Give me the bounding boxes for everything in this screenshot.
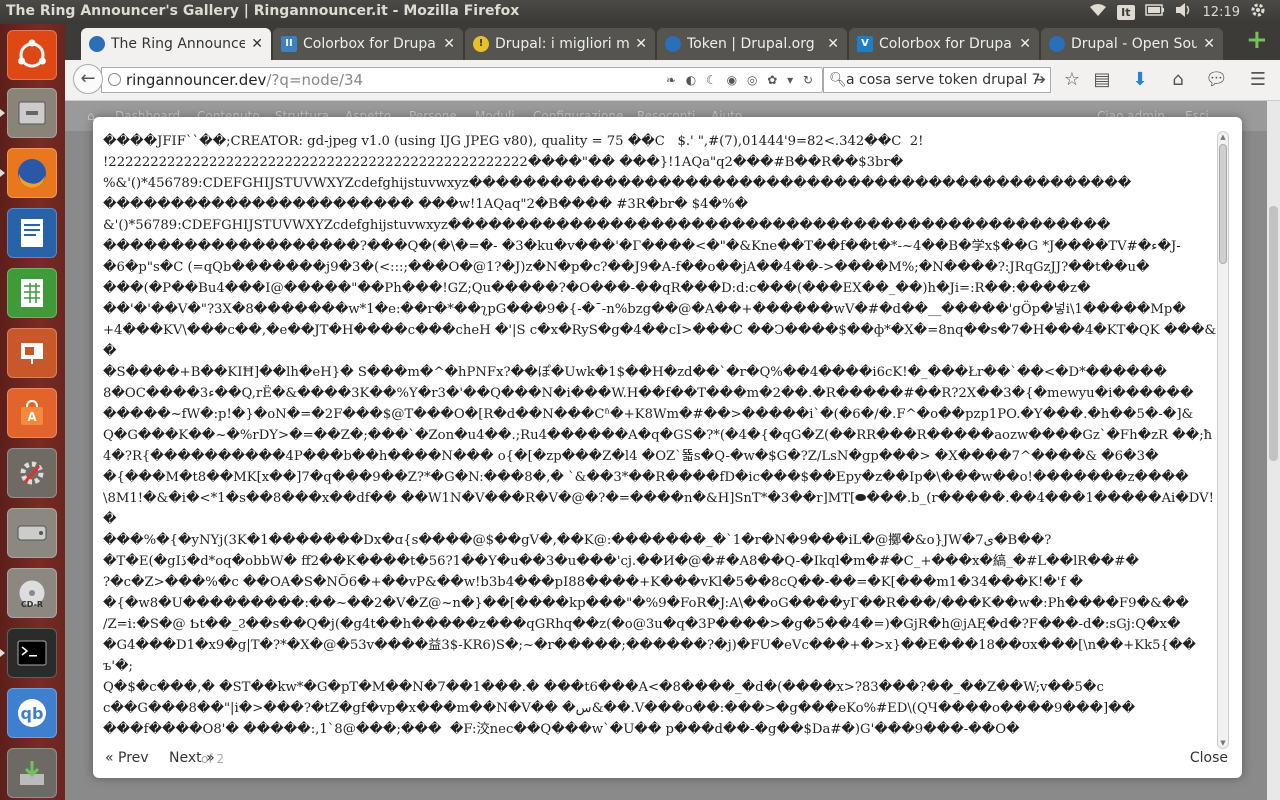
warning-favicon-icon: ! (473, 36, 489, 52)
scroll-up-arrow-icon[interactable]: ▲ (1218, 133, 1228, 141)
firefox-icon[interactable] (0, 148, 57, 198)
drupal-favicon-icon (89, 36, 105, 52)
lightbox-scrollbar[interactable]: ▲ ▼ (1217, 131, 1229, 749)
drupal-favicon-icon (1049, 36, 1065, 52)
tab-label: The Ring Announcer's Gallery | Ringannou… (111, 36, 246, 52)
home-icon[interactable]: ⌂ (1167, 69, 1189, 91)
tab-label: Drupal - Open Source (1071, 36, 1198, 52)
tab-colorbox-for-drupal[interactable]: II Colorbox for Drupal ✕ (273, 28, 463, 60)
close-tab-icon[interactable]: ✕ (827, 36, 839, 52)
volume-icon[interactable] (1175, 3, 1193, 21)
tab-label: Drupal: i migliori moduli (495, 36, 630, 52)
tab-colorbox-for-drupal-2[interactable]: V Colorbox for Drupal ✕ (849, 28, 1039, 60)
lightbox-close-button[interactable]: Close (1190, 750, 1228, 766)
libreoffice-writer-icon[interactable] (7, 208, 57, 258)
search-icon: 🔍︎ (829, 72, 847, 88)
page-content: ⌂ Dashboard Contenuto Struttura Aspetto … (65, 101, 1280, 800)
window-title: The Ring Announcer's Gallery | Ringannou… (6, 3, 520, 19)
tab-drupal-open-source[interactable]: Drupal - Open Source ✕ (1041, 28, 1223, 60)
reading-list-icon[interactable]: ▤ (1091, 69, 1113, 91)
addon-icons[interactable]: ❧ ◐ ☾ ◉ ◎ ✿ ▾ ↻ (666, 68, 816, 92)
unity-launcher: A CD-R qb (0, 24, 65, 800)
lightbox-prev-button[interactable]: « Prev (105, 750, 149, 766)
back-button[interactable]: ← (73, 64, 103, 94)
close-tab-icon[interactable]: ✕ (443, 36, 455, 52)
tab-label: Colorbox for Drupal (879, 36, 1014, 52)
terminal-icon[interactable] (0, 628, 57, 678)
close-tab-icon[interactable]: ✕ (635, 36, 647, 52)
software-center-icon[interactable]: A (7, 388, 57, 438)
libreoffice-calc-icon[interactable] (7, 268, 57, 318)
scroll-down-arrow-icon[interactable]: ▼ (1218, 739, 1228, 747)
battery-icon[interactable] (1144, 4, 1165, 20)
page-scroll-thumb[interactable] (1269, 206, 1278, 461)
page-scrollbar[interactable] (1267, 101, 1280, 800)
tab-drupal-migliori-moduli[interactable]: ! Drupal: i migliori moduli ✕ (465, 28, 655, 60)
cd-r-icon[interactable]: CD-R (7, 568, 57, 618)
navigation-toolbar: ringannouncer.dev/?q=node/34 ❧ ◐ ☾ ◉ ◎ ✿… (65, 60, 1280, 101)
downloads-icon[interactable] (7, 748, 57, 798)
drupal-favicon-icon (665, 36, 681, 52)
svg-text:CD-R: CD-R (21, 600, 43, 609)
ubuntu-dash-icon[interactable] (7, 30, 57, 80)
tab-token-drupal-org[interactable]: Token | Drupal.org ✕ (657, 28, 847, 60)
tab-bar: The Ring Announcer's Gallery | Ringannou… (65, 24, 1280, 60)
wifi-icon[interactable] (1089, 3, 1107, 21)
tab-ring-announcer-gallery[interactable]: The Ring Announcer's Gallery | Ringannou… (81, 28, 271, 60)
firefox-window: The Ring Announcer's Gallery | Ringannou… (65, 24, 1280, 800)
system-top-bar: The Ring Announcer's Gallery | Ringannou… (0, 0, 1280, 24)
lightbox-scroll-thumb[interactable] (1219, 144, 1227, 264)
close-tab-icon[interactable]: ✕ (251, 36, 263, 52)
search-input[interactable]: a cosa serve token drupal 7 (846, 72, 1040, 88)
url-host: ringannouncer.dev (126, 71, 267, 89)
keyboard-layout-indicator[interactable]: It (1117, 4, 1135, 20)
qbittorrent-icon[interactable]: qb (7, 688, 57, 738)
pause-favicon-icon: II (281, 36, 297, 52)
broken-image-raw-text: ����JFIF``��;CREATOR: gd-jpeg v1.0 (usin… (103, 134, 1217, 737)
system-tray: It 12:19 (1089, 0, 1280, 24)
menu-icon[interactable]: ☰ (1247, 69, 1269, 91)
search-go-icon[interactable]: ➔ (1034, 68, 1046, 92)
close-tab-icon[interactable]: ✕ (1019, 36, 1031, 52)
settings-gear-icon[interactable] (1250, 2, 1266, 22)
disk-drive-icon[interactable] (7, 508, 57, 558)
new-tab-button[interactable]: + (1246, 27, 1268, 53)
downloads-arrow-icon[interactable]: ⬇ (1129, 69, 1151, 91)
tab-label: Colorbox for Drupal (303, 36, 438, 52)
system-settings-icon[interactable] (7, 448, 57, 498)
colorbox-lightbox: ����JFIF``��;CREATOR: gd-jpeg v1.0 (usin… (93, 117, 1242, 778)
vimeo-favicon-icon: V (857, 36, 873, 52)
svg-text:A: A (27, 410, 37, 424)
url-bar[interactable]: ringannouncer.dev/?q=node/34 ❧ ◐ ☾ ◉ ◎ ✿… (101, 67, 823, 93)
chat-icon[interactable]: 💬︎ (1205, 69, 1228, 91)
search-bar[interactable]: 🔍︎ a cosa serve token drupal 7 ➔ (823, 67, 1051, 93)
close-tab-icon[interactable]: ✕ (1203, 36, 1215, 52)
clock[interactable]: 12:19 (1203, 5, 1240, 20)
bookmark-star-icon[interactable]: ☆ (1061, 69, 1083, 91)
files-icon[interactable] (0, 88, 57, 138)
url-path: /?q=node/34 (266, 71, 364, 89)
site-identity-icon[interactable] (108, 73, 121, 86)
tab-label: Token | Drupal.org (687, 36, 815, 52)
svg-text:qb: qb (21, 704, 44, 723)
libreoffice-impress-icon[interactable] (7, 328, 57, 378)
lightbox-next-button[interactable]: Next » (169, 750, 215, 766)
